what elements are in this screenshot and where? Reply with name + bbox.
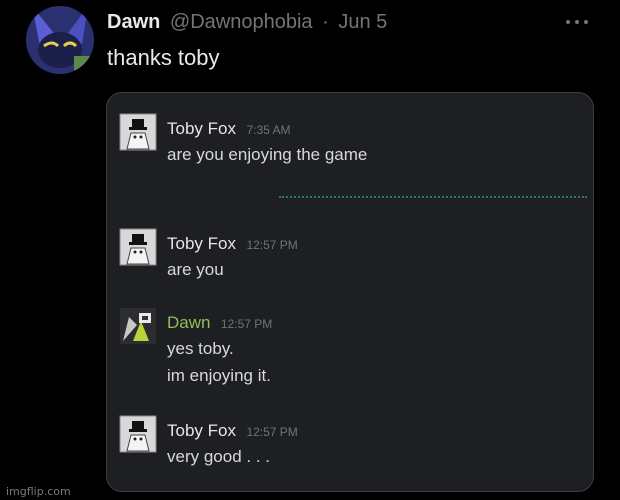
message-time: 7:35 AM — [246, 123, 291, 137]
message-time: 12:57 PM — [246, 238, 298, 252]
imgflip-watermark: imgflip.com — [6, 485, 71, 498]
tweet-media-screenshot[interactable]: Toby Fox 7:35 AM are you enjoying the ga… — [106, 92, 594, 492]
tweet-header: Dawn @Dawnophobia · Jun 5 — [107, 10, 387, 34]
message-time: 12:57 PM — [246, 425, 298, 439]
tweet: Dawn @Dawnophobia · Jun 5 thanks toby To… — [0, 0, 620, 500]
toby-avatar — [119, 228, 157, 266]
author-name[interactable]: Dawn — [107, 11, 160, 33]
message-author[interactable]: Toby Fox — [167, 119, 236, 138]
message-header: Toby Fox 12:57 PM — [167, 233, 298, 256]
toby-avatar — [119, 113, 157, 151]
message-author[interactable]: Dawn — [167, 313, 210, 332]
message-author[interactable]: Toby Fox — [167, 234, 236, 253]
message-text: very good . . . — [167, 447, 270, 466]
message-header: Toby Fox 7:35 AM — [167, 118, 290, 141]
more-horizontal-icon[interactable] — [566, 12, 588, 32]
more-dot — [566, 20, 570, 24]
toby-avatar — [119, 415, 157, 453]
message-text: are you — [167, 260, 224, 279]
avatar-image — [26, 6, 94, 74]
tweet-date[interactable]: Jun 5 — [338, 11, 387, 33]
message-time: 12:57 PM — [220, 317, 273, 331]
tweet-text: thanks toby — [107, 45, 220, 70]
unread-divider — [279, 196, 587, 198]
author-handle[interactable]: @Dawnophobia — [170, 11, 313, 33]
separator-dot: · — [322, 11, 329, 33]
message-text: are you enjoying the game — [167, 145, 368, 164]
message-text: yes toby. — [167, 339, 234, 358]
dawn-chat-avatar — [119, 307, 157, 345]
more-dot — [575, 20, 579, 24]
author-avatar[interactable] — [26, 6, 94, 74]
message-text: im enjoying it. — [167, 366, 271, 385]
message-header: Dawn 12:57 PM — [167, 312, 272, 335]
message-author[interactable]: Toby Fox — [167, 421, 236, 440]
more-dot — [584, 20, 588, 24]
message-header: Toby Fox 12:57 PM — [167, 420, 298, 443]
